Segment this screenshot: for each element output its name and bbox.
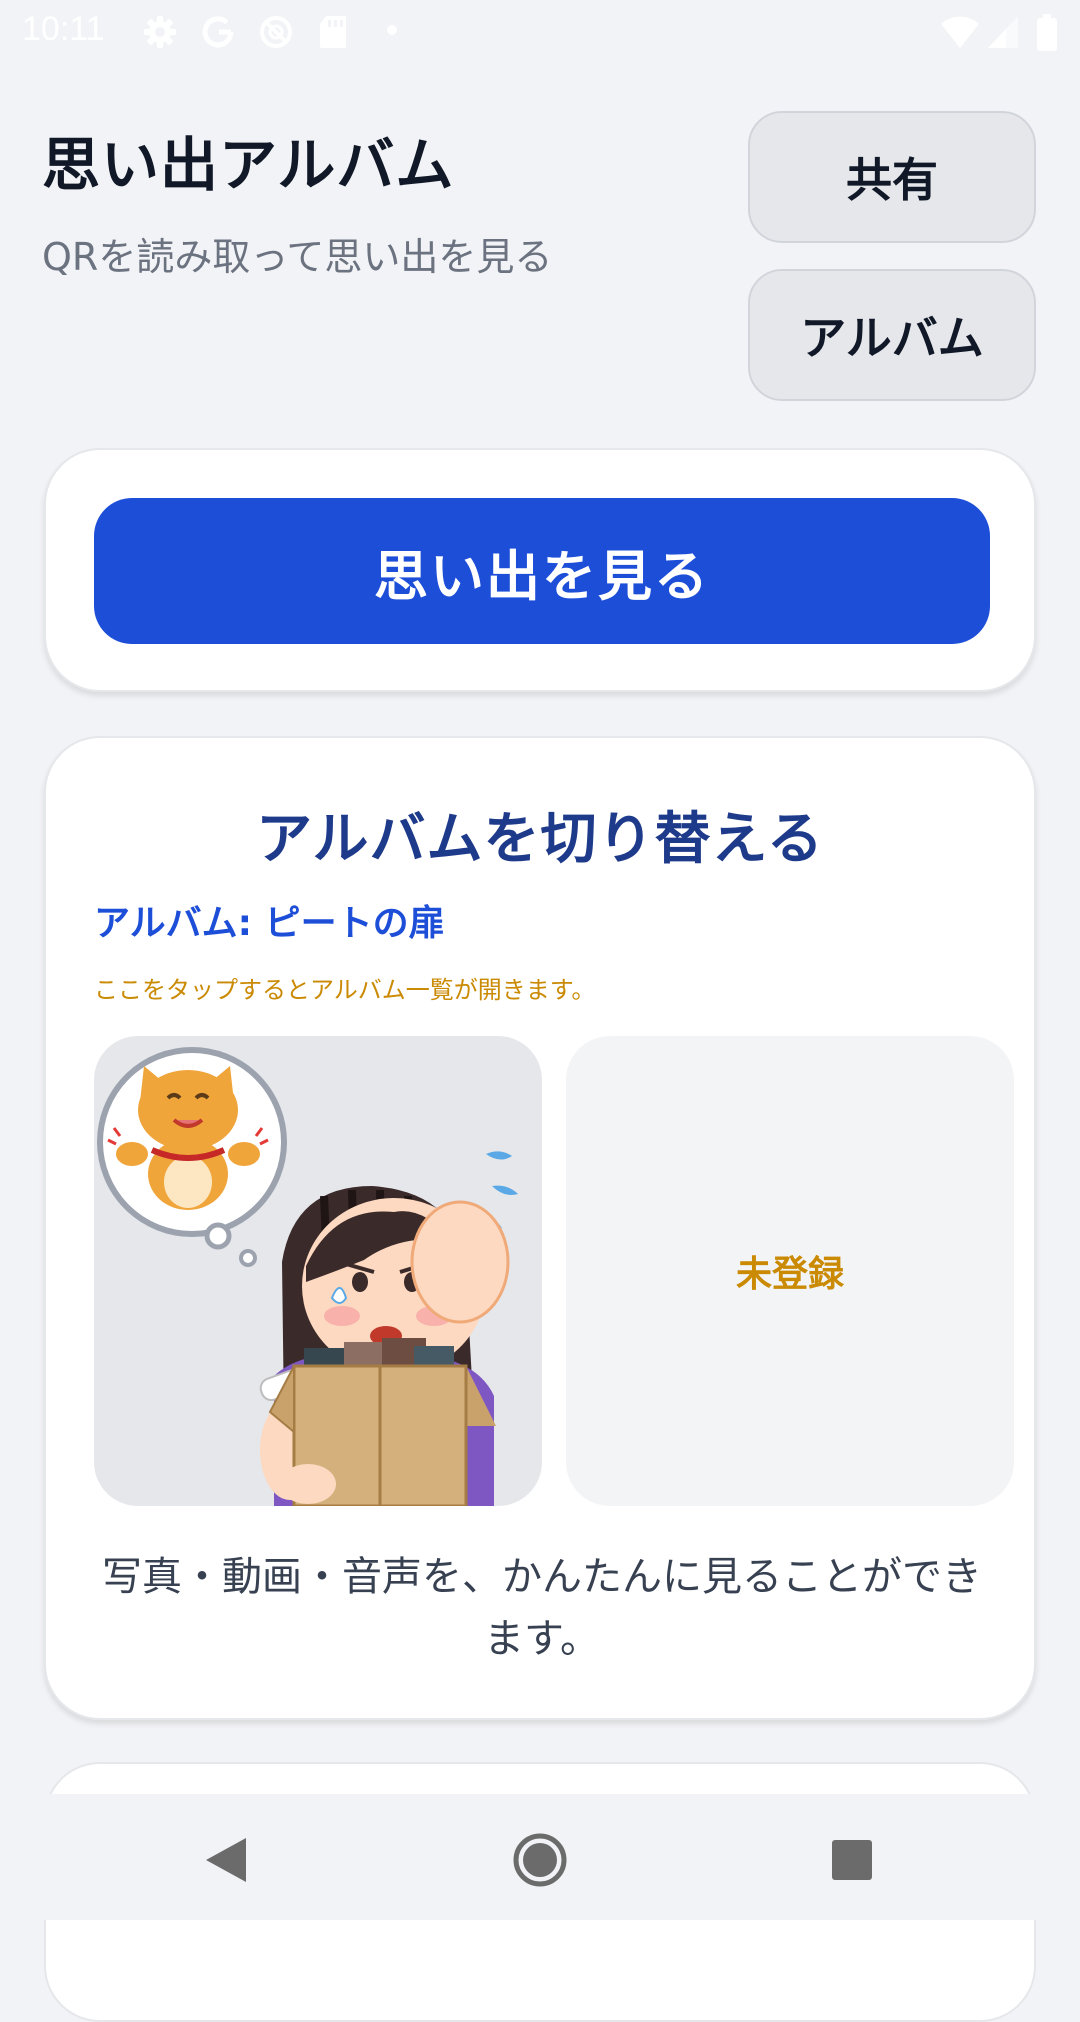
signal-icon [988,16,1018,48]
status-bar: 10:11 [0,0,1080,62]
album-button[interactable]: アルバム [748,269,1036,401]
battery-icon [1037,14,1057,51]
status-time: 10:11 [22,10,105,48]
share-button[interactable]: 共有 [748,111,1036,243]
recents-icon[interactable] [822,1830,882,1890]
back-icon[interactable] [196,1830,256,1890]
illustration-girl-box-cat [97,1047,518,1506]
switch-album-description: 写真・動画・音声を、かんたんに見ることができます。 [102,1554,982,1662]
album-thumbnail-empty[interactable]: 未登録 [566,1036,1014,1506]
view-memories-card: 思い出を見る [44,448,1036,692]
view-memories-button[interactable]: 思い出を見る [94,498,990,644]
switch-album-card: アルバムを切り替える アルバム: ピートの扉 ここをタップするとアルバム一覧が開… [44,736,1036,1720]
current-album-link[interactable]: アルバム: ピートの扉 [94,894,445,946]
gear-icon [144,16,176,48]
home-icon[interactable] [510,1830,570,1890]
dot-icon [387,25,397,35]
unregistered-label: 未登録 [735,1254,844,1295]
navigation-bar [0,1794,1080,1920]
wifi-icon [941,16,979,48]
sd-card-icon [320,16,346,48]
album-hint: ここをタップするとアルバム一覧が開きます。 [94,976,596,1004]
album-thumbnail-image[interactable] [94,1036,542,1506]
page-title: 思い出アルバム [42,131,455,199]
switch-album-title: アルバムを切り替える [256,807,824,872]
no-disturb-icon [260,16,292,48]
page-subtitle: QRを読み取って思い出を見る [42,235,553,279]
google-icon [202,16,234,48]
